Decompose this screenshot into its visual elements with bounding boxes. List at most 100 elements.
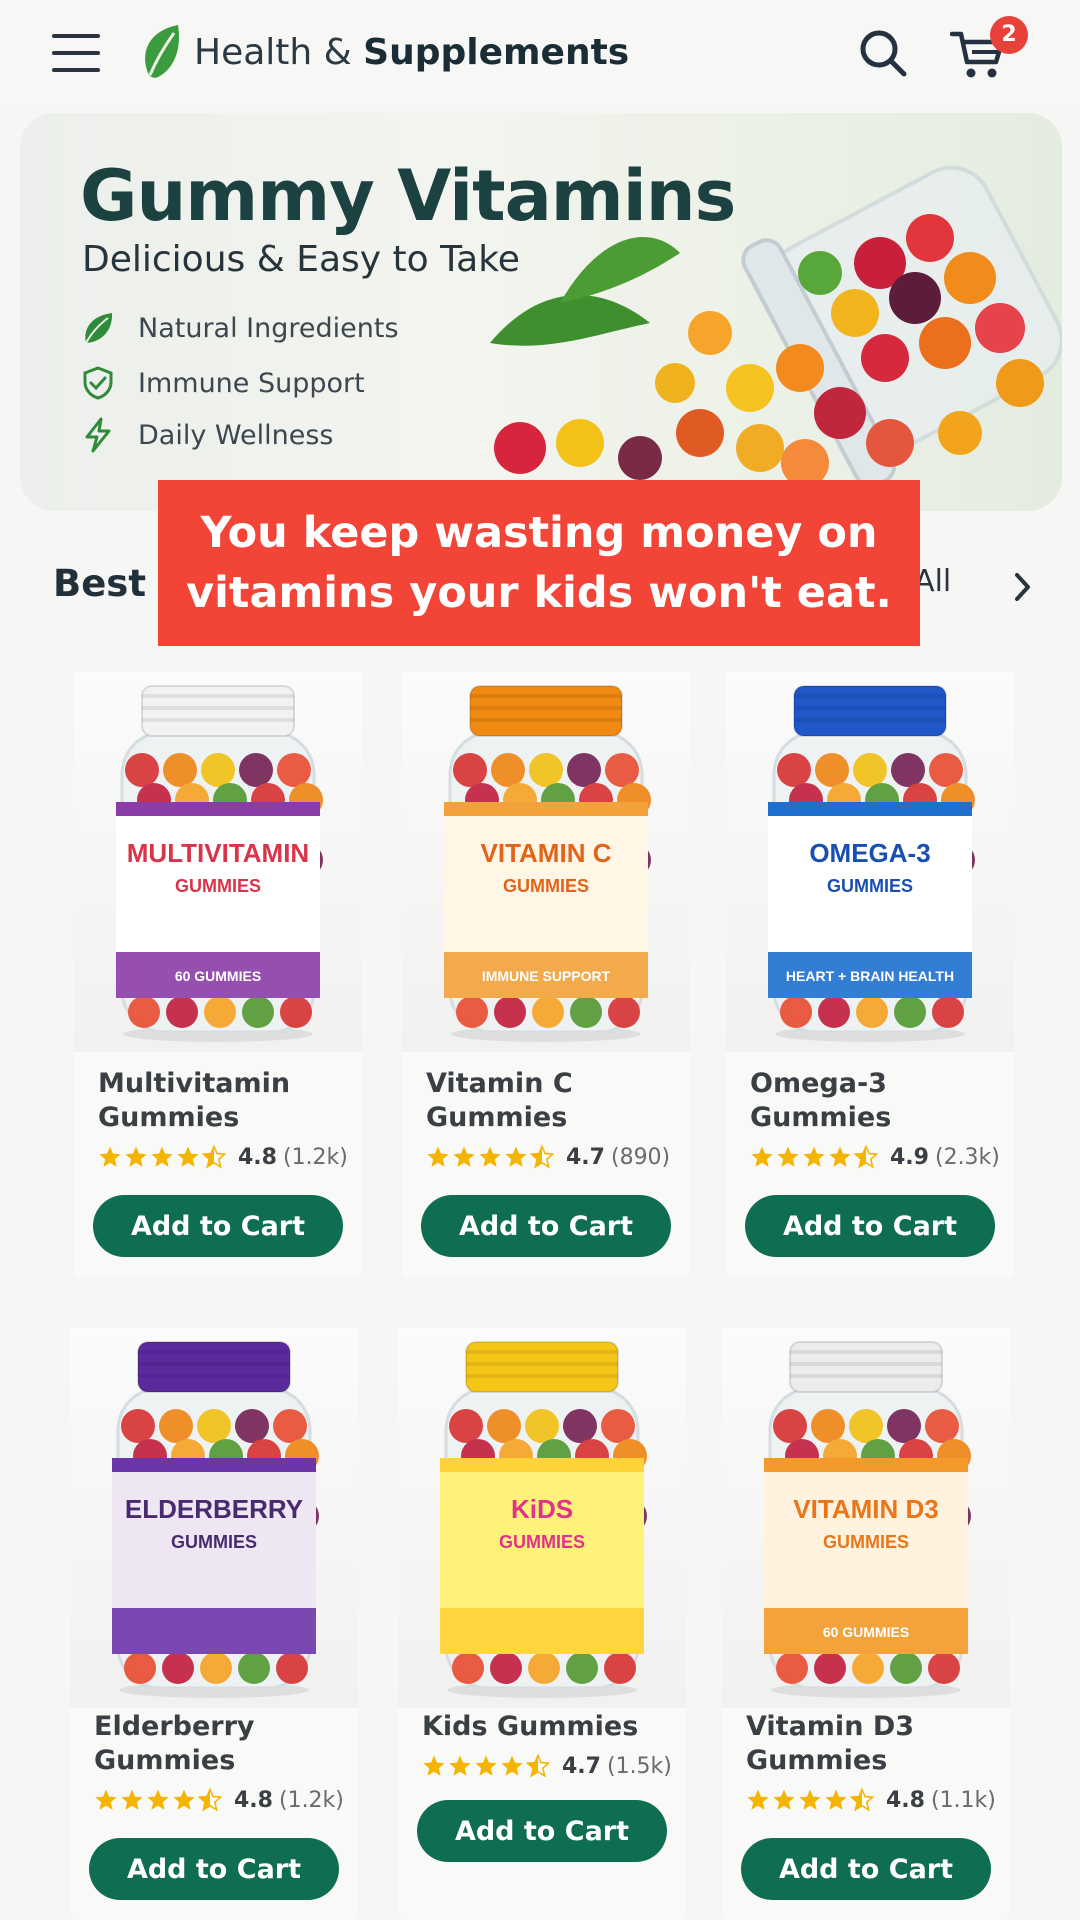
- star-icon: [850, 1788, 874, 1812]
- star-icon: [751, 1146, 773, 1167]
- product-card[interactable]: KiDS GUMMIES Kids Gummies 4.7 (1.5k) Add …: [398, 1328, 686, 1920]
- product-name[interactable]: Vitamin C Gummies: [426, 1067, 676, 1135]
- star-rating-icon: [94, 1788, 224, 1812]
- brand-name-light: Health &: [194, 31, 364, 73]
- bottle-label-title: VITAMIN D3: [793, 1494, 938, 1524]
- star-icon: [530, 1145, 554, 1169]
- caption-overlay: You keep wasting money on vitamins your …: [158, 480, 920, 646]
- product-name[interactable]: Omega-3 Gummies: [750, 1067, 1000, 1135]
- leaf-icon: [85, 313, 113, 344]
- product-card[interactable]: MULTIVITAMIN GUMMIES 60 GUMMIES Multivitam…: [74, 672, 362, 1277]
- bottle-label-title: MULTIVITAMIN: [127, 838, 309, 868]
- product-image[interactable]: MULTIVITAMIN GUMMIES 60 GUMMIES: [74, 672, 362, 1052]
- star-icon: [125, 1146, 147, 1167]
- gummy-jar-illustration: [490, 165, 1062, 489]
- product-image[interactable]: KiDS GUMMIES: [398, 1328, 686, 1708]
- product-image[interactable]: VITAMIN D3 GUMMIES 60 GUMMIES: [722, 1328, 1010, 1708]
- shield-check-icon: [83, 366, 113, 400]
- product-image[interactable]: OMEGA-3 GUMMIES HEART + BRAIN HEALTH: [726, 672, 1014, 1052]
- bottle-label-badge: 60 GUMMIES: [823, 1624, 909, 1640]
- star-icon: [501, 1755, 523, 1776]
- star-icon: [173, 1789, 195, 1810]
- rating-count: (890): [610, 1144, 671, 1170]
- leaf-logo-icon: [145, 25, 180, 78]
- product-image[interactable]: VITAMIN C GUMMIES IMMUNE SUPPORT: [402, 672, 690, 1052]
- product-card[interactable]: VITAMIN C GUMMIES IMMUNE SUPPORT Vitamin C…: [402, 672, 690, 1277]
- product-name[interactable]: Kids Gummies: [422, 1710, 672, 1744]
- star-icon: [479, 1146, 501, 1167]
- product-rating: 4.8 (1.2k): [98, 1142, 348, 1172]
- app-header: Health & Supplements 2: [0, 0, 1080, 108]
- star-icon: [147, 1789, 169, 1810]
- product-name[interactable]: Multivitamin Gummies: [98, 1067, 348, 1135]
- star-icon: [202, 1145, 226, 1169]
- hero-feature-wellness: Daily Wellness: [80, 415, 334, 455]
- star-icon: [99, 1146, 121, 1167]
- star-icon: [121, 1789, 143, 1810]
- product-rating: 4.7 (890): [426, 1142, 670, 1172]
- star-rating-icon: [750, 1145, 880, 1169]
- add-to-cart-button[interactable]: Add to Cart: [741, 1838, 991, 1900]
- product-card[interactable]: ELDERBERRY GUMMIES Elderberry Gummies 4.8…: [70, 1328, 358, 1920]
- add-to-cart-button[interactable]: Add to Cart: [417, 1800, 667, 1862]
- hero-feature-label: Natural Ingredients: [138, 312, 399, 344]
- bottle-label-title: ELDERBERRY: [125, 1494, 303, 1524]
- gummy-bottle-illustration: ELDERBERRY GUMMIES: [112, 1341, 319, 1698]
- lightning-icon: [85, 417, 111, 453]
- product-rating: 4.8 (1.2k): [94, 1785, 344, 1815]
- star-icon: [505, 1146, 527, 1167]
- chevron-right-icon[interactable]: [1012, 570, 1034, 604]
- product-card[interactable]: OMEGA-3 GUMMIES HEART + BRAIN HEALTH Omega…: [726, 672, 1014, 1277]
- star-icon: [423, 1755, 445, 1776]
- star-icon: [198, 1788, 222, 1812]
- product-card[interactable]: VITAMIN D3 GUMMIES 60 GUMMIES Vitamin D3 G…: [722, 1328, 1010, 1920]
- star-icon: [803, 1146, 825, 1167]
- star-rating-icon: [98, 1145, 228, 1169]
- product-rating: 4.9 (2.3k): [750, 1142, 1000, 1172]
- hero-feature-natural: Natural Ingredients: [80, 308, 399, 348]
- rating-value: 4.7: [566, 1144, 605, 1170]
- bottle-label-title: OMEGA-3: [809, 838, 930, 868]
- rating-count: (1.5k): [606, 1753, 672, 1779]
- brand-logo[interactable]: Health & Supplements: [138, 20, 629, 84]
- brand-name-bold: Supplements: [363, 31, 630, 73]
- add-to-cart-button[interactable]: Add to Cart: [93, 1195, 343, 1257]
- rating-value: 4.8: [234, 1787, 273, 1813]
- brand-name: Health & Supplements: [194, 32, 629, 73]
- star-rating-icon: [422, 1754, 552, 1778]
- bottle-label-badge: 60 GUMMIES: [175, 968, 261, 984]
- bottle-label-badge: IMMUNE SUPPORT: [482, 968, 611, 984]
- bottle-label-subtitle: GUMMIES: [499, 1532, 585, 1552]
- gummy-bottle-illustration: KiDS GUMMIES: [440, 1341, 647, 1698]
- add-to-cart-button[interactable]: Add to Cart: [89, 1838, 339, 1900]
- hamburger-menu-icon[interactable]: [52, 34, 100, 72]
- product-rating: 4.7 (1.5k): [422, 1751, 672, 1781]
- add-to-cart-button[interactable]: Add to Cart: [421, 1195, 671, 1257]
- caption-line-2: vitamins your kids won't eat.: [186, 568, 892, 618]
- hero-feature-label: Immune Support: [138, 367, 365, 399]
- rating-value: 4.8: [238, 1144, 277, 1170]
- hero-feature-label: Daily Wellness: [138, 419, 334, 451]
- product-name[interactable]: Elderberry Gummies: [94, 1710, 344, 1778]
- gummy-bottle-illustration: VITAMIN D3 GUMMIES 60 GUMMIES: [764, 1341, 971, 1698]
- rating-value: 4.7: [562, 1753, 601, 1779]
- star-icon: [453, 1146, 475, 1167]
- star-icon: [825, 1789, 847, 1810]
- product-image[interactable]: ELDERBERRY GUMMIES: [70, 1328, 358, 1708]
- rating-count: (1.1k): [930, 1787, 996, 1813]
- gummy-bottle-illustration: OMEGA-3 GUMMIES HEART + BRAIN HEALTH: [768, 685, 975, 1042]
- star-icon: [526, 1754, 550, 1778]
- star-icon: [777, 1146, 799, 1167]
- product-name[interactable]: Vitamin D3 Gummies: [746, 1710, 996, 1778]
- add-to-cart-button[interactable]: Add to Cart: [745, 1195, 995, 1257]
- star-icon: [829, 1146, 851, 1167]
- star-icon: [177, 1146, 199, 1167]
- rating-value: 4.8: [886, 1787, 925, 1813]
- hero-banner[interactable]: Gummy Vitamins Delicious & Easy to Take …: [20, 113, 1062, 511]
- rating-count: (2.3k): [934, 1144, 1000, 1170]
- bottle-label-subtitle: GUMMIES: [827, 876, 913, 896]
- rating-value: 4.9: [890, 1144, 929, 1170]
- search-icon[interactable]: [858, 28, 908, 78]
- gummy-bottle-illustration: VITAMIN C GUMMIES IMMUNE SUPPORT: [444, 685, 651, 1042]
- bottle-label-title: VITAMIN C: [481, 838, 612, 868]
